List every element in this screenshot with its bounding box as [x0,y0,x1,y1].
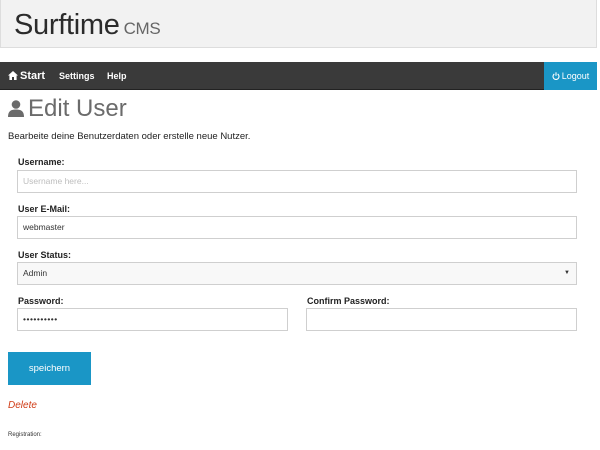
status-label: User Status: [18,250,72,260]
page-intro: Bearbeite deine Benutzerdaten oder erste… [8,131,251,142]
logout-label: Logout [561,71,590,81]
page-title-text: Edit User [28,95,127,122]
brand-name: Surftime [14,9,120,41]
nav-help[interactable]: Help [107,62,127,90]
password-input[interactable]: •••••••••• [17,308,288,331]
nav-start-label: Start [20,70,46,82]
home-icon [8,63,18,91]
brand-subtitle: CMS [123,19,161,38]
app-header: Surftime CMS [0,0,597,48]
email-label: User E-Mail: [18,204,71,214]
registration-label: Registration: [8,432,42,438]
confirm-password-label: Confirm Password: [307,296,390,306]
delete-link[interactable]: Delete [8,400,37,411]
save-button[interactable]: speichern [8,352,91,385]
power-icon [552,63,560,91]
status-select[interactable]: Admin ▼ [17,262,577,285]
top-navbar: Start Settings Help Logout [0,62,597,90]
caret-down-icon: ▼ [564,270,570,276]
confirm-password-input[interactable] [306,308,577,331]
nav-start[interactable]: Start [8,62,45,90]
username-label: Username: [18,157,65,167]
user-icon [8,96,24,124]
email-input[interactable]: webmaster [17,216,577,239]
logout-button[interactable]: Logout [544,62,597,90]
status-select-value: Admin [23,268,48,278]
brand-logo[interactable]: Surftime CMS [14,9,161,42]
password-label: Password: [18,296,64,306]
username-input[interactable]: Username here... [17,170,577,193]
nav-settings[interactable]: Settings [59,62,95,90]
page-title: Edit User [8,95,127,123]
